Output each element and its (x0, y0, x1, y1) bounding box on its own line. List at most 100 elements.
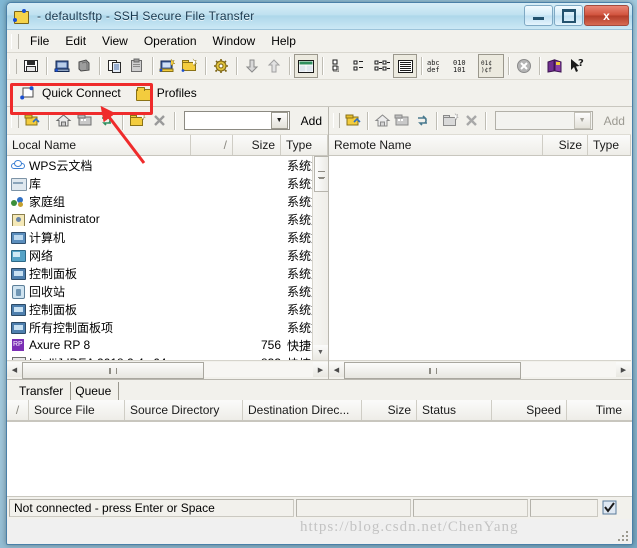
toolbar-grip[interactable] (9, 58, 17, 74)
column-remote-name[interactable]: Remote Name (329, 135, 543, 155)
remote-horizontal-scrollbar[interactable]: ◀ ▶ (329, 360, 631, 379)
new-window-folder-icon[interactable] (392, 110, 412, 132)
up-one-level-icon[interactable] (22, 110, 44, 132)
new-folder-icon[interactable] (127, 110, 149, 132)
save-icon[interactable] (20, 55, 42, 77)
column-source-file[interactable]: Source File (29, 400, 125, 420)
column-size[interactable]: Size (233, 135, 281, 155)
table-row[interactable]: 网络 系统文件. (7, 246, 328, 264)
scrollbar-thumb[interactable] (344, 362, 521, 379)
table-row[interactable]: 库 系统文件. (7, 174, 328, 192)
delete-icon[interactable] (148, 110, 170, 132)
remote-file-list[interactable] (329, 156, 631, 360)
remote-toolbar-grip[interactable] (333, 113, 341, 128)
upload-arrow-icon[interactable] (263, 55, 285, 77)
column-time[interactable]: Time (567, 400, 627, 420)
home-folder-icon[interactable] (53, 110, 75, 132)
column-status[interactable]: Status (417, 400, 492, 420)
local-file-list[interactable]: WPS云文档 系统文件. 库 系统文件. 家庭组 系统文件. (7, 156, 328, 360)
scroll-left-arrow-icon[interactable]: ◀ (329, 362, 344, 377)
scroll-left-arrow-icon[interactable]: ◀ (7, 362, 22, 377)
download-arrow-icon[interactable] (241, 55, 263, 77)
scrollbar-thumb[interactable] (314, 156, 328, 192)
show-panes-icon[interactable] (294, 54, 318, 78)
column-sort-indicator[interactable]: / (7, 400, 29, 420)
column-type[interactable]: Type (281, 135, 328, 155)
quick-connect-button[interactable]: Quick Connect (13, 83, 128, 104)
tab-transfer[interactable]: Transfer (15, 382, 72, 400)
local-path-combo[interactable]: ▼ (184, 111, 290, 130)
file-name: 回收站 (29, 284, 66, 299)
profiles-button[interactable]: Profiles (128, 83, 204, 104)
binary-mode-icon[interactable]: 010 101 (452, 55, 478, 77)
menu-view[interactable]: View (94, 32, 136, 50)
small-icons-icon[interactable]: □ (327, 55, 349, 77)
menu-window[interactable]: Window (205, 32, 264, 50)
resize-grip[interactable] (617, 530, 630, 543)
delete-icon[interactable] (461, 110, 481, 132)
ascii-mode-icon[interactable]: abc def (426, 55, 452, 77)
details-view-icon[interactable] (393, 54, 417, 78)
table-row[interactable]: 计算机 系统文件. (7, 228, 328, 246)
column-type[interactable]: Type (588, 135, 631, 155)
new-file-transfer-icon[interactable] (157, 55, 179, 77)
maximize-button[interactable] (554, 5, 583, 26)
paste-icon[interactable] (126, 55, 148, 77)
column-sort-indicator[interactable]: / (191, 135, 233, 155)
tab-queue[interactable]: Queue (71, 382, 120, 400)
table-row[interactable]: 回收站 系统文件. (7, 282, 328, 300)
scrollbar-track[interactable] (22, 362, 313, 379)
column-source-directory[interactable]: Source Directory (125, 400, 243, 420)
scroll-right-arrow-icon[interactable]: ▶ (616, 362, 631, 377)
menu-file[interactable]: File (22, 32, 57, 50)
close-button[interactable]: x (584, 5, 629, 26)
table-row[interactable]: 控制面板 系统文件. (7, 300, 328, 318)
help-book-icon[interactable] (544, 55, 566, 77)
home-folder-icon[interactable] (372, 110, 392, 132)
menu-operation[interactable]: Operation (136, 32, 205, 50)
chevron-down-icon[interactable]: ▼ (270, 112, 288, 129)
refresh-icon[interactable] (412, 110, 432, 132)
up-one-level-icon[interactable] (343, 110, 363, 132)
column-size[interactable]: Size (362, 400, 417, 420)
stop-icon[interactable] (513, 55, 535, 77)
auto-mode-icon[interactable]: 01¢ )¢f (478, 54, 504, 78)
scroll-right-arrow-icon[interactable]: ▶ (313, 362, 328, 377)
list-view-icon[interactable] (371, 55, 393, 77)
scroll-down-arrow-icon[interactable]: ▼ (313, 345, 328, 360)
column-speed[interactable]: Speed (492, 400, 567, 420)
settings-icon[interactable] (210, 55, 232, 77)
disconnect-icon[interactable] (73, 55, 95, 77)
remote-path-combo[interactable]: ▼ (495, 111, 593, 130)
local-toolbar-grip[interactable] (11, 113, 19, 128)
local-horizontal-scrollbar[interactable]: ◀ ▶ (7, 360, 328, 379)
table-row[interactable]: 所有控制面板项 系统文件. (7, 318, 328, 336)
table-row[interactable]: 控制面板 系统文件. (7, 264, 328, 282)
connect-icon[interactable] (51, 55, 73, 77)
column-size[interactable]: Size (543, 135, 588, 155)
table-row[interactable]: Administrator 系统文件. (7, 210, 328, 228)
menu-help[interactable]: Help (263, 32, 304, 50)
column-local-name[interactable]: Local Name (7, 135, 191, 155)
table-row[interactable]: 家庭组 系统文件. (7, 192, 328, 210)
local-add-button[interactable]: Add (295, 112, 328, 130)
transfer-list[interactable] (7, 421, 632, 496)
remote-add-button[interactable]: Add (598, 112, 631, 130)
chevron-down-icon[interactable]: ▼ (573, 112, 591, 129)
new-window-folder-icon[interactable] (74, 110, 96, 132)
menu-grip[interactable] (11, 33, 19, 49)
copy-icon[interactable] (104, 55, 126, 77)
scrollbar-thumb[interactable] (22, 362, 204, 379)
new-terminal-icon[interactable] (179, 55, 201, 77)
local-vertical-scrollbar[interactable]: ▼ (312, 156, 328, 360)
minimize-button[interactable] (524, 5, 553, 26)
refresh-icon[interactable] (96, 110, 118, 132)
scrollbar-track[interactable] (344, 362, 616, 379)
table-row[interactable]: WPS云文档 系统文件. (7, 156, 328, 174)
context-help-icon[interactable]: ? (566, 55, 588, 77)
column-destination-directory[interactable]: Destination Direc... (243, 400, 362, 420)
new-folder-icon[interactable] (441, 110, 461, 132)
large-icons-icon[interactable] (349, 55, 371, 77)
menu-edit[interactable]: Edit (57, 32, 94, 50)
table-row[interactable]: RPAxure RP 8 756 快捷方式 (7, 336, 328, 354)
